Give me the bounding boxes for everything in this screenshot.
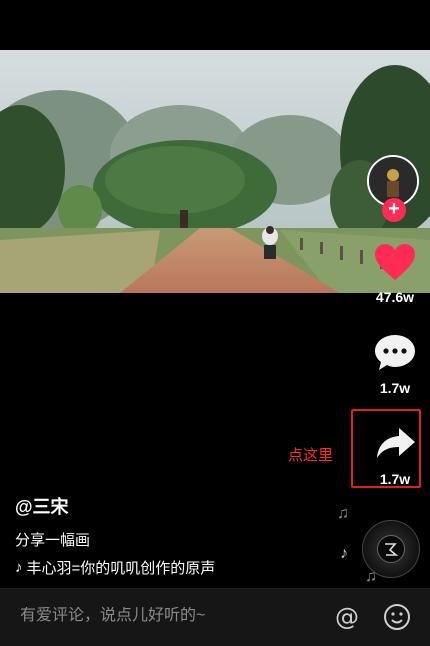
like-button[interactable]: 47.6w	[360, 242, 430, 305]
plus-icon: +	[388, 198, 400, 220]
like-count: 47.6w	[375, 289, 415, 305]
comment-input[interactable]	[20, 607, 300, 625]
music-marquee[interactable]: ♪ 丰心羽=你的叽叽创作的原声	[15, 557, 237, 578]
follow-button[interactable]: +	[382, 198, 406, 222]
svg-text:@: @	[335, 603, 359, 631]
heart-icon	[375, 244, 415, 280]
music-note-icon: ♫	[337, 505, 349, 522]
comment-bubble-icon	[375, 335, 415, 370]
comment-bar: @	[0, 588, 430, 646]
at-icon[interactable]: @	[332, 602, 362, 632]
comment-button[interactable]: 1.7w	[360, 333, 430, 396]
creator-username[interactable]: @三宋	[15, 493, 345, 519]
emoji-icon[interactable]	[382, 602, 412, 632]
share-highlight-box	[351, 409, 421, 488]
video-info: @三宋 分享一幅画 ♪ 丰心羽=你的叽叽创作的原声	[15, 493, 345, 578]
comment-count: 1.7w	[379, 380, 411, 396]
music-note-icon: ♪	[340, 545, 348, 562]
tap-here-hint: 点这里	[288, 447, 334, 464]
tiktok-note-icon: ♪	[15, 559, 23, 576]
disc-art-icon	[385, 543, 399, 556]
music-title: 丰心羽=你的叽叽创作的原声	[26, 560, 216, 577]
music-disc-icon[interactable]	[362, 520, 420, 578]
video-caption: 分享一幅画	[15, 532, 91, 549]
disc-center	[377, 535, 405, 563]
